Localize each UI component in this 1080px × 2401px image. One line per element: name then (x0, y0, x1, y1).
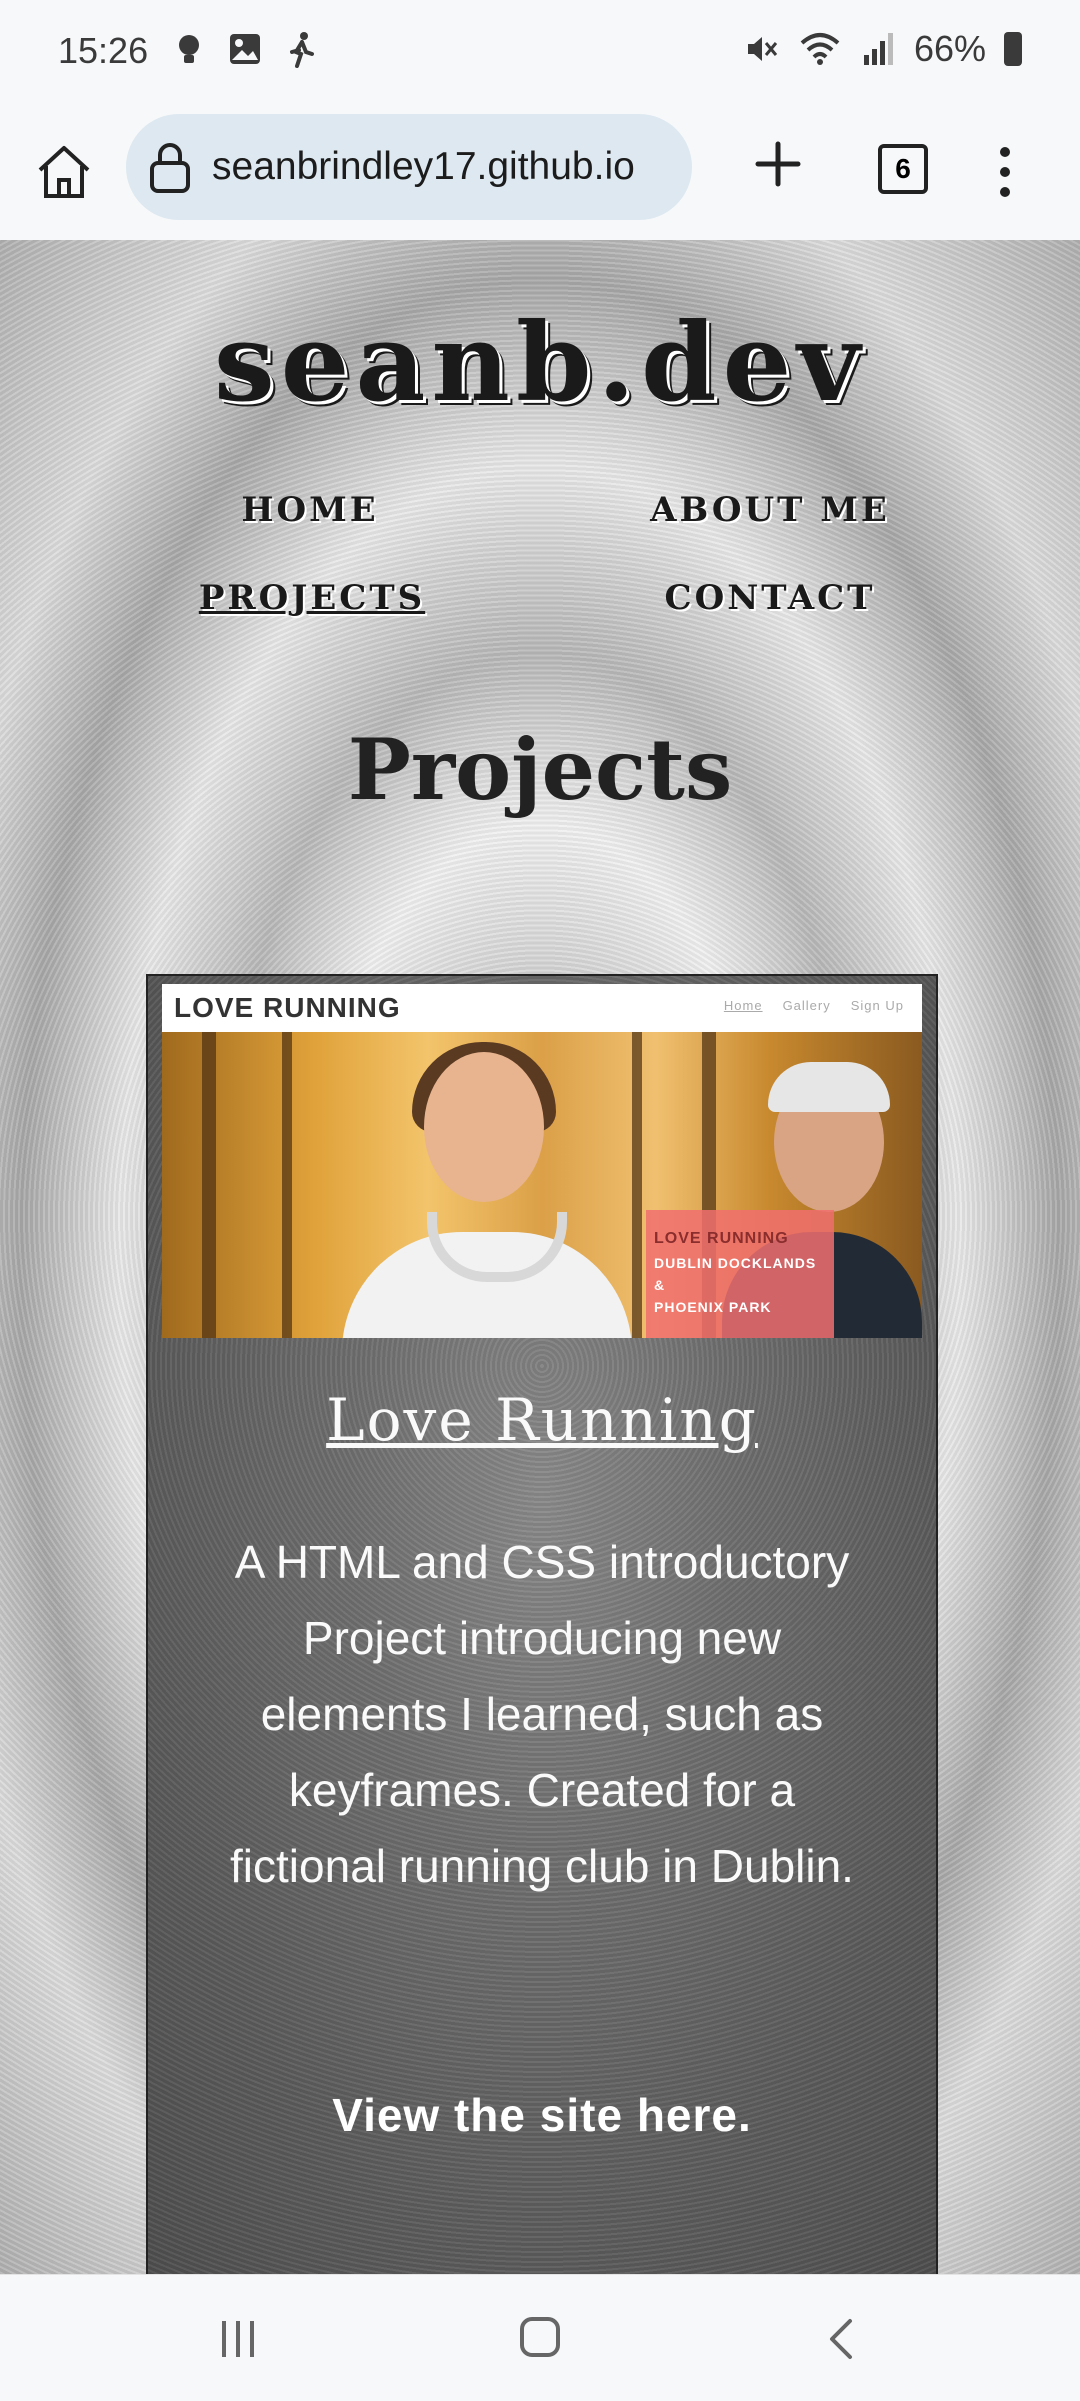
tab-count: 6 (895, 153, 911, 184)
more-menu-icon[interactable] (990, 142, 1020, 202)
back-icon[interactable] (826, 2317, 856, 2361)
thumbnail-overlay: LOVE RUNNING DUBLIN DOCKLANDS & PHOENIX … (646, 1210, 834, 1338)
section-title: Projects (347, 720, 733, 819)
web-page: seanb.dev HOME ABOUT ME PROJECTS CONTACT… (0, 240, 1080, 2274)
thumbnail-nav-home: Home (723, 998, 763, 1013)
thumbnail-nav: Home Gallery Sign Up (724, 998, 904, 1013)
battery-icon (1004, 32, 1022, 66)
battery-percent: 66% (913, 28, 986, 69)
overlay-line2: PHOENIX PARK (654, 1299, 772, 1315)
status-time: 15:26 (58, 30, 149, 71)
image-icon (226, 30, 264, 68)
overlay-line1: DUBLIN DOCKLANDS & (654, 1255, 817, 1293)
home-button-icon[interactable] (520, 2317, 560, 2357)
mute-icon (747, 37, 778, 61)
nav-contact[interactable]: CONTACT (665, 578, 876, 618)
thumbnail-nav-signup: Sign Up (850, 998, 904, 1013)
nav-about[interactable]: ABOUT ME (650, 490, 890, 530)
thumbnail-nav-gallery: Gallery (782, 998, 831, 1013)
nav-home[interactable]: HOME (241, 490, 378, 530)
new-tab-icon[interactable] (748, 134, 808, 194)
system-status-icons: 66% (744, 28, 1022, 70)
nav-projects[interactable]: PROJECTS (199, 578, 425, 618)
project-thumbnail[interactable]: LOVE RUNNING Home Gallery Sign Up LOVE R… (162, 984, 922, 1338)
notification-icons (170, 30, 320, 68)
project-card: LOVE RUNNING Home Gallery Sign Up LOVE R… (146, 974, 938, 2274)
walking-icon (282, 30, 320, 68)
overlay-title: LOVE RUNNING (654, 1230, 789, 1247)
project-title-link[interactable]: Love Running (148, 1386, 936, 1454)
lock-icon (150, 143, 190, 193)
signal-icon (863, 33, 893, 65)
bulb-icon (170, 30, 208, 68)
thumbnail-header: LOVE RUNNING Home Gallery Sign Up (162, 984, 922, 1032)
url-text[interactable]: seanbrindley17.github.io (212, 145, 672, 189)
wifi-icon (800, 33, 840, 65)
project-description: A HTML and CSS introductory Project intr… (230, 1536, 854, 1892)
view-site-link[interactable]: View the site here. (148, 2088, 936, 2142)
site-title[interactable]: seanb.dev (0, 300, 1080, 426)
status-bar: 15:26 66% (0, 0, 1080, 108)
tabs-button[interactable]: 6 (878, 144, 928, 194)
recent-apps-icon[interactable] (218, 2319, 258, 2359)
home-icon[interactable] (32, 140, 96, 204)
thumbnail-logo: LOVE RUNNING (174, 992, 401, 1023)
browser-toolbar: seanbrindley17.github.io 6 (0, 108, 1080, 240)
system-nav-bar (0, 2274, 1080, 2401)
address-bar[interactable]: seanbrindley17.github.io (126, 114, 692, 220)
